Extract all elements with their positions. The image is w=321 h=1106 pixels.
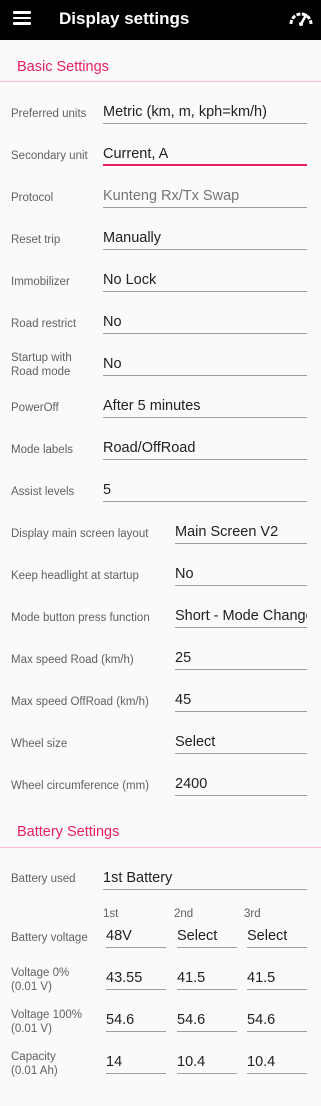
setting-value-max-speed-offroad-km-h[interactable]: 45 bbox=[175, 688, 307, 712]
setting-label: Immobilizer bbox=[11, 276, 70, 288]
section-divider bbox=[0, 81, 321, 82]
setting-row-wheel-circumference-mm: Wheel circumference (mm) 2400 bbox=[0, 766, 321, 806]
battery-row-label: Voltage 100% (0.01 V) bbox=[11, 1009, 82, 1035]
setting-value-wheel-circumference-mm[interactable]: 2400 bbox=[175, 772, 307, 796]
battery-row-label: Voltage 0% (0.01 V) bbox=[11, 967, 70, 993]
battery-value-field[interactable]: 14 bbox=[106, 1050, 166, 1074]
setting-row-keep-headlight-at-startup: Keep headlight at startup No bbox=[0, 556, 321, 596]
battery-used-row: Battery used 1st Battery bbox=[0, 860, 321, 900]
setting-value-road-restrict[interactable]: No bbox=[103, 310, 307, 334]
setting-value-reset-trip[interactable]: Manually bbox=[103, 226, 307, 250]
setting-row-mode-labels: Mode labels Road/OffRoad bbox=[0, 430, 321, 470]
battery-value-field[interactable]: 41.5 bbox=[177, 966, 237, 990]
battery-value-field[interactable]: 10.4 bbox=[177, 1050, 237, 1074]
setting-value-poweroff[interactable]: After 5 minutes bbox=[103, 394, 307, 418]
setting-row-assist-levels: Assist levels 5 bbox=[0, 472, 321, 512]
setting-label: Assist levels bbox=[11, 486, 75, 498]
setting-row-startup-with-road-mode: Startup with Road mode No bbox=[0, 346, 321, 386]
page-title: Display settings bbox=[59, 9, 190, 28]
speedometer-icon[interactable] bbox=[289, 9, 313, 27]
battery-row-battery-voltage: Battery voltage 48V Select Select bbox=[0, 918, 321, 958]
setting-value-keep-headlight-at-startup[interactable]: No bbox=[175, 562, 307, 586]
setting-label: Secondary unit bbox=[11, 150, 88, 162]
hamburger-menu-icon[interactable] bbox=[13, 11, 31, 25]
battery-row-label: Battery voltage bbox=[11, 932, 88, 944]
section-divider bbox=[0, 847, 321, 848]
battery-row-label: Capacity (0.01 Ah) bbox=[11, 1051, 58, 1077]
setting-row-road-restrict: Road restrict No bbox=[0, 304, 321, 344]
setting-label: Road restrict bbox=[11, 318, 77, 330]
battery-value-field[interactable]: Select bbox=[177, 924, 237, 948]
setting-row-wheel-size: Wheel size Select bbox=[0, 724, 321, 764]
setting-row-secondary-unit: Secondary unit Current, A bbox=[0, 136, 321, 176]
battery-value-field[interactable]: 10.4 bbox=[247, 1050, 307, 1074]
setting-value-startup-with-road-mode[interactable]: No bbox=[103, 352, 307, 376]
setting-value-preferred-units[interactable]: Metric (km, m, kph=km/h) bbox=[103, 100, 307, 124]
battery-settings-header: Battery Settings bbox=[17, 824, 120, 840]
setting-row-immobilizer: Immobilizer No Lock bbox=[0, 262, 321, 302]
setting-label: Mode labels bbox=[11, 444, 74, 456]
battery-value-field[interactable]: 54.6 bbox=[247, 1008, 307, 1032]
battery-value-field[interactable]: 41.5 bbox=[247, 966, 307, 990]
setting-label: Keep headlight at startup bbox=[11, 570, 139, 582]
setting-label: Preferred units bbox=[11, 108, 87, 120]
setting-value-max-speed-road-km-h[interactable]: 25 bbox=[175, 646, 307, 670]
battery-row-voltage-100-0-01-v: Voltage 100% (0.01 V) 54.6 54.6 54.6 bbox=[0, 1002, 321, 1042]
app-bar: Display settings bbox=[0, 0, 321, 40]
setting-value-wheel-size[interactable]: Select bbox=[175, 730, 307, 754]
setting-value-protocol[interactable]: Kunteng Rx/Tx Swap bbox=[103, 184, 307, 208]
battery-value-field[interactable]: 54.6 bbox=[106, 1008, 166, 1032]
battery-value-field[interactable]: 54.6 bbox=[177, 1008, 237, 1032]
setting-label: Wheel size bbox=[11, 738, 68, 750]
battery-row-voltage-0-0-01-v: Voltage 0% (0.01 V) 43.55 41.5 41.5 bbox=[0, 960, 321, 1000]
setting-label: Max speed Road (km/h) bbox=[11, 654, 134, 666]
setting-label: Protocol bbox=[11, 192, 54, 204]
setting-row-reset-trip: Reset trip Manually bbox=[0, 220, 321, 260]
setting-row-max-speed-road-km-h: Max speed Road (km/h) 25 bbox=[0, 640, 321, 680]
setting-label: Display main screen layout bbox=[11, 528, 149, 540]
battery-value-field[interactable]: 43.55 bbox=[106, 966, 166, 990]
battery-used-label: Battery used bbox=[11, 873, 76, 885]
setting-label: Startup with Road mode bbox=[11, 352, 72, 378]
setting-row-poweroff: PowerOff After 5 minutes bbox=[0, 388, 321, 428]
setting-label: PowerOff bbox=[11, 402, 59, 414]
setting-row-mode-button-press-function: Mode button press function Short - Mode C… bbox=[0, 598, 321, 638]
setting-row-preferred-units: Preferred units Metric (km, m, kph=km/h) bbox=[0, 94, 321, 134]
basic-settings-header: Basic Settings bbox=[17, 59, 109, 75]
setting-value-secondary-unit[interactable]: Current, A bbox=[103, 142, 307, 166]
setting-value-mode-labels[interactable]: Road/OffRoad bbox=[103, 436, 307, 460]
setting-value-mode-button-press-function[interactable]: Short - Mode Change bbox=[175, 604, 307, 628]
battery-row-capacity-0-01-ah: Capacity (0.01 Ah) 14 10.4 10.4 bbox=[0, 1044, 321, 1084]
setting-row-max-speed-offroad-km-h: Max speed OffRoad (km/h) 45 bbox=[0, 682, 321, 722]
setting-label: Max speed OffRoad (km/h) bbox=[11, 696, 149, 708]
battery-value-field[interactable]: Select bbox=[247, 924, 307, 948]
setting-value-immobilizer[interactable]: No Lock bbox=[103, 268, 307, 292]
battery-used-dropdown[interactable]: 1st Battery bbox=[103, 866, 307, 890]
setting-label: Mode button press function bbox=[11, 612, 150, 624]
setting-row-display-main-screen-layout: Display main screen layout Main Screen V2 bbox=[0, 514, 321, 554]
setting-row-protocol: Protocol Kunteng Rx/Tx Swap bbox=[0, 178, 321, 218]
setting-label: Wheel circumference (mm) bbox=[11, 780, 150, 792]
setting-value-display-main-screen-layout[interactable]: Main Screen V2 bbox=[175, 520, 307, 544]
battery-value-field[interactable]: 48V bbox=[106, 924, 166, 948]
setting-label: Reset trip bbox=[11, 234, 61, 246]
setting-value-assist-levels[interactable]: 5 bbox=[103, 478, 307, 502]
